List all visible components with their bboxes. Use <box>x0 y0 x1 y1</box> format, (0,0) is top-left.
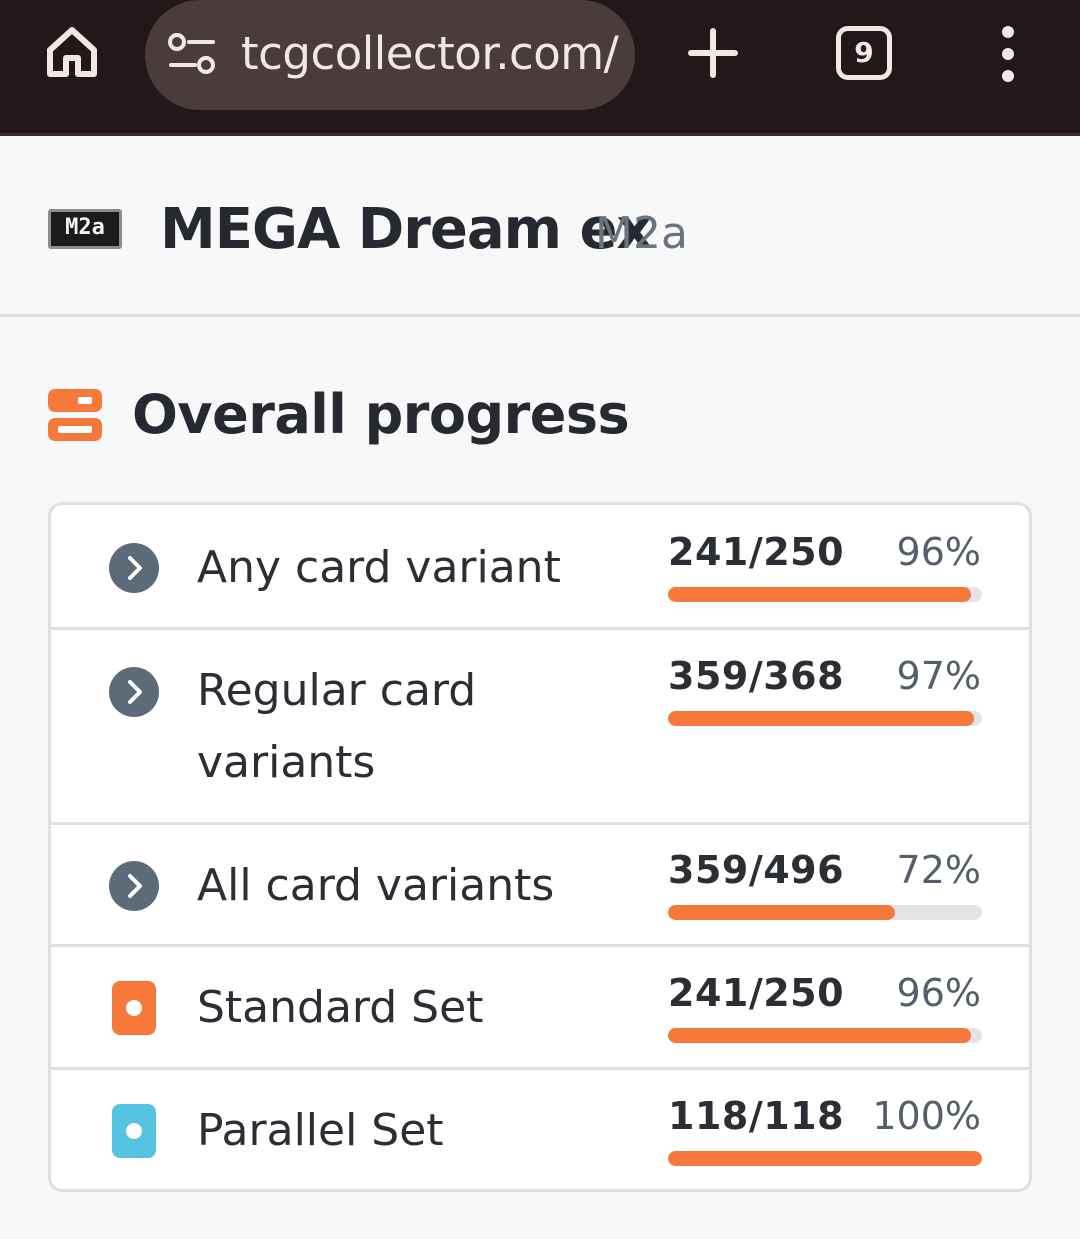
progress-bar <box>668 905 982 920</box>
progress-bar-fill <box>668 711 975 726</box>
home-icon[interactable] <box>44 24 100 80</box>
row-label: Standard Set <box>197 982 484 1033</box>
row-label: Parallel Set <box>197 1105 444 1156</box>
progress-bar-fill <box>668 1028 971 1043</box>
progress-bar <box>668 711 982 726</box>
row-percent: 96% <box>896 971 981 1015</box>
chevron-right-icon[interactable] <box>109 861 159 911</box>
progress-bar <box>668 1151 982 1166</box>
row-label: Regular card variants <box>197 665 477 788</box>
progress-bar <box>668 1028 982 1043</box>
set-header: M2a MEGA Dream ex M2a <box>0 139 1080 317</box>
parallel-set-icon <box>112 1104 156 1158</box>
chevron-right-icon[interactable] <box>109 543 159 593</box>
progress-bar-fill <box>668 587 971 602</box>
section-title: Overall progress <box>132 383 630 446</box>
new-tab-icon[interactable] <box>688 28 738 78</box>
chevron-right-icon[interactable] <box>109 667 159 717</box>
row-label: Any card variant <box>197 542 561 593</box>
more-menu-icon[interactable] <box>996 26 1020 82</box>
progress-bar <box>668 587 982 602</box>
set-code: M2a <box>595 208 688 259</box>
standard-set-icon <box>112 981 156 1035</box>
row-count: 241/250 <box>668 530 845 574</box>
progress-section-icon <box>48 389 102 441</box>
row-count: 241/250 <box>668 971 845 1015</box>
address-bar[interactable]: tcgcollector.com/ <box>145 0 635 110</box>
row-percent: 100% <box>872 1094 981 1138</box>
progress-bar-fill <box>668 905 896 920</box>
row-count: 359/496 <box>668 848 845 892</box>
row-count: 359/368 <box>668 654 845 698</box>
progress-row-standard-set[interactable]: Standard Set 241/250 96% <box>51 947 1029 1070</box>
url-text[interactable]: tcgcollector.com/ <box>241 24 621 84</box>
row-label: All card variants <box>197 860 555 911</box>
progress-row-parallel-set[interactable]: Parallel Set 118/118 100% <box>51 1070 1029 1189</box>
page-title: MEGA Dream ex <box>160 197 653 262</box>
tab-switcher-button[interactable]: 9 <box>836 26 892 80</box>
progress-bar-fill <box>668 1151 982 1166</box>
site-settings-icon[interactable] <box>167 32 217 76</box>
row-percent: 97% <box>896 654 981 698</box>
row-percent: 72% <box>896 848 981 892</box>
progress-row-regular-card-variants[interactable]: Regular card variants 359/368 97% <box>51 630 1029 825</box>
progress-row-any-card-variant[interactable]: Any card variant 241/250 96% <box>51 505 1029 630</box>
progress-row-all-card-variants[interactable]: All card variants 359/496 72% <box>51 825 1029 947</box>
row-count: 118/118 <box>668 1094 845 1138</box>
row-percent: 96% <box>896 530 981 574</box>
set-logo: M2a <box>48 209 122 249</box>
browser-toolbar: tcgcollector.com/ 9 <box>0 0 1080 136</box>
progress-list: Any card variant 241/250 96% Regular car… <box>48 502 1032 1192</box>
